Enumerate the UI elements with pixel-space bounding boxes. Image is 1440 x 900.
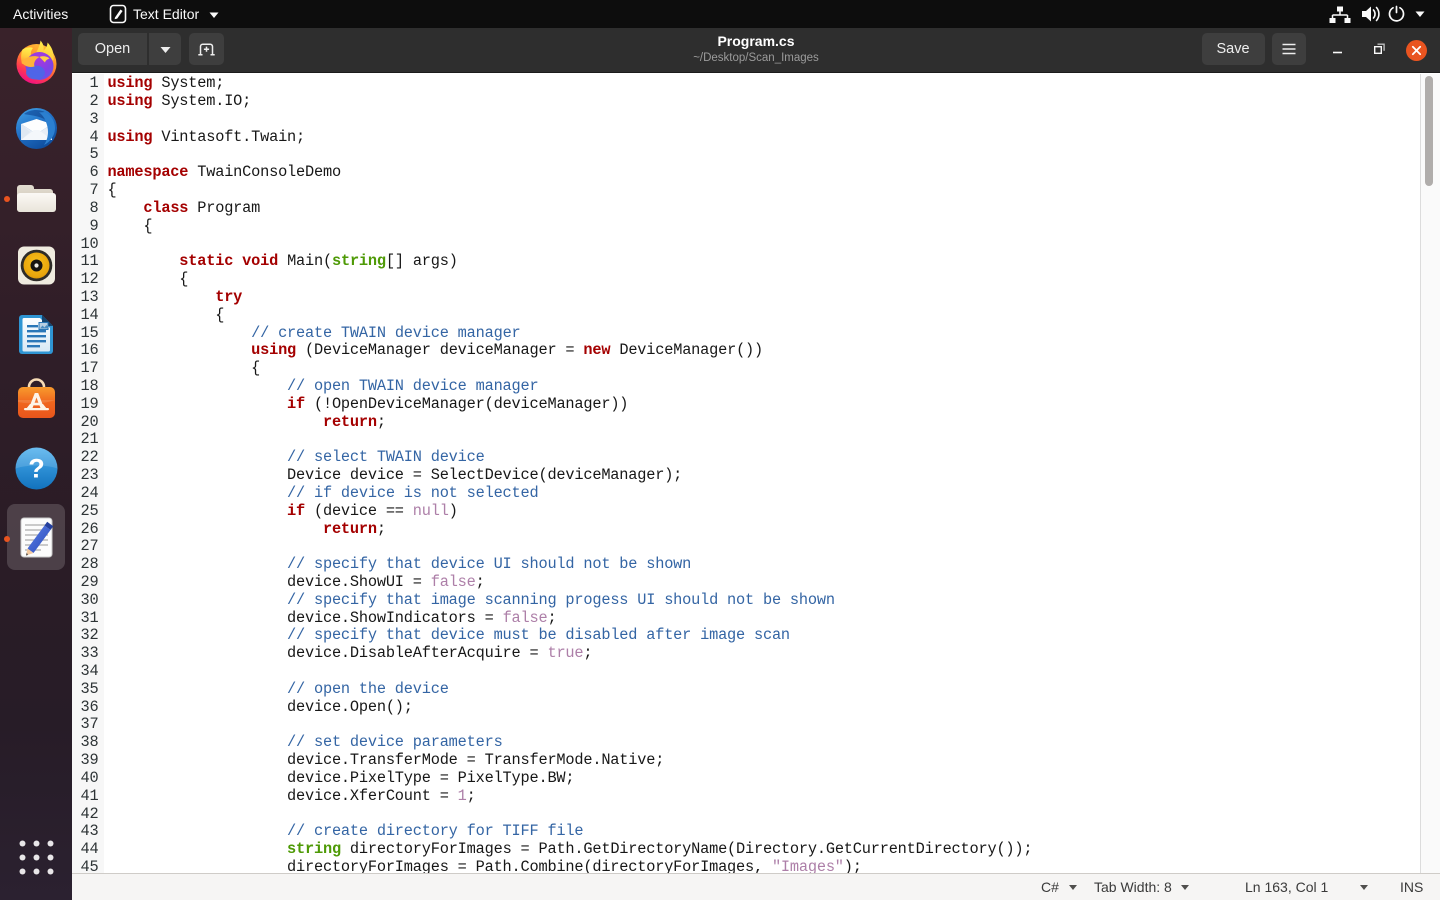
svg-text:?: ? [28, 454, 45, 484]
svg-text:Text Editor: Text Editor [133, 6, 199, 22]
